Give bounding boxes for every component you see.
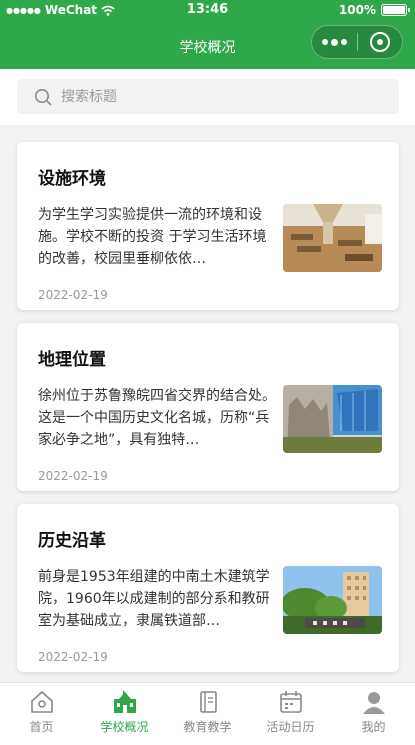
article-date: 2022-02-19: [38, 469, 108, 483]
tab-label: 活动日历: [266, 720, 315, 734]
user-icon: [362, 692, 385, 714]
tab-label: 我的: [361, 720, 386, 734]
article-title: 设施环境: [38, 169, 106, 189]
status-bar: ●●●●● WeChat 13:46 100%: [0, 0, 415, 22]
facility-photo: [283, 204, 382, 272]
tab-activity-calendar[interactable]: 活动日历: [249, 683, 332, 745]
search-box[interactable]: [17, 79, 399, 114]
close-button[interactable]: [358, 26, 402, 58]
more-dots-icon: [322, 39, 328, 45]
search-bar: [0, 69, 415, 125]
tab-mine[interactable]: 我的: [332, 683, 415, 745]
tab-school-overview[interactable]: 学校概况: [83, 683, 166, 745]
history-photo: [283, 566, 382, 634]
search-input[interactable]: [61, 88, 361, 105]
tab-label: 学校概况: [100, 720, 149, 734]
article-card[interactable]: 设施环境 为学生学习实验提供一流的环境和设施。学校不断的投资 于学习生活环境的改…: [17, 142, 399, 310]
article-description: 徐州位于苏鲁豫皖四省交界的结合处。这是一个中国历史文化名城，历称“兵家必争之地”…: [38, 388, 276, 448]
tab-home[interactable]: 首页: [0, 683, 83, 745]
book-icon: [199, 691, 217, 713]
home-icon: [30, 691, 53, 713]
search-icon: [25, 79, 61, 114]
battery-icon: [381, 4, 410, 16]
calendar-icon: [279, 691, 302, 713]
article-date: 2022-02-19: [38, 288, 108, 302]
tab-education[interactable]: 教育教学: [166, 683, 249, 745]
close-ring-icon: [370, 32, 390, 52]
more-menu-button[interactable]: [312, 26, 357, 58]
battery-percent: 100%: [338, 3, 376, 17]
article-title: 地理位置: [38, 350, 106, 370]
location-photo: [283, 385, 382, 453]
mini-program-capsule: [311, 25, 403, 59]
app-header: ●●●●● WeChat 13:46 100% 学校概况: [0, 0, 415, 69]
article-date: 2022-02-19: [38, 650, 108, 664]
article-card[interactable]: 地理位置 徐州位于苏鲁豫皖四省交界的结合处。这是一个中国历史文化名城，历称“兵家…: [17, 323, 399, 491]
bottom-tab-bar: 首页 学校概况 教育教学 活动日历 我的: [0, 682, 415, 745]
article-description: 前身是1953年组建的中南土木建筑学院，1960年以成建制的部分系和教研室为基础…: [38, 569, 270, 629]
article-card[interactable]: 历史沿革 前身是1953年组建的中南土木建筑学院，1960年以成建制的部分系和教…: [17, 504, 399, 672]
article-description: 为学生学习实验提供一流的环境和设施。学校不断的投资 于学习生活环境的改善，校园里…: [38, 207, 267, 267]
school-icon: [113, 691, 136, 713]
tab-label: 教育教学: [183, 720, 232, 734]
article-title: 历史沿革: [38, 531, 106, 551]
article-list: 设施环境 为学生学习实验提供一流的环境和设施。学校不断的投资 于学习生活环境的改…: [17, 142, 399, 685]
tab-label: 首页: [29, 720, 54, 734]
